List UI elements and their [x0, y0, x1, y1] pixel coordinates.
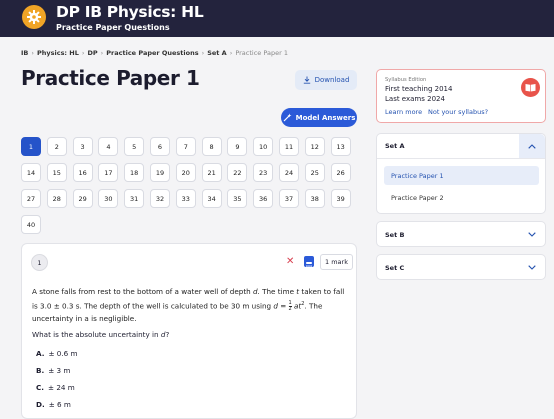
chevron-down-icon[interactable] [519, 222, 545, 246]
question-button-32[interactable]: 32 [150, 189, 170, 208]
not-your-syllabus-link[interactable]: Not your syllabus? [428, 108, 488, 116]
calculator-icon[interactable] [304, 256, 314, 269]
breadcrumb: IB › Physics: HL › DP › Practice Paper Questio… [21, 49, 288, 57]
question-button-13[interactable]: 13 [330, 137, 351, 156]
question-button-29[interactable]: 29 [72, 189, 93, 208]
question-button-17[interactable]: 17 [98, 163, 119, 182]
question-number-badge: 1 [31, 254, 48, 271]
model-answers-button[interactable]: Model Answers [281, 108, 357, 127]
question-button-5[interactable]: 5 [124, 137, 145, 156]
question-button-22[interactable]: 22 [227, 163, 248, 182]
question-button-11[interactable]: 11 [279, 137, 299, 156]
question-button-7[interactable]: 7 [175, 137, 196, 156]
chevron-right-icon: › [201, 49, 205, 57]
syllabus-first-teaching: First teaching 2014 [385, 85, 453, 93]
set-a-header[interactable]: Set A [385, 142, 405, 150]
question-button-39[interactable]: 39 [330, 189, 351, 208]
set-c-header[interactable]: Set C [385, 264, 404, 272]
site-header: DP IB Physics: HL Practice Paper Questio… [0, 0, 554, 37]
question-button-4[interactable]: 4 [98, 137, 119, 156]
question-button-1[interactable]: 1 [21, 137, 41, 156]
model-answers-label: Model Answers [295, 113, 356, 122]
question-button-31[interactable]: 31 [124, 189, 145, 208]
set-a-practice-paper-2[interactable]: Practice Paper 2 [384, 188, 539, 207]
option-b[interactable]: B. ± 3 m [36, 366, 70, 375]
question-button-21[interactable]: 21 [201, 163, 222, 182]
question-button-35[interactable]: 35 [227, 189, 248, 208]
chevron-down-icon[interactable] [519, 255, 545, 279]
download-button[interactable]: Download [295, 70, 357, 90]
gear-logo-icon [22, 5, 46, 29]
question-button-2[interactable]: 2 [46, 137, 67, 156]
question-button-38[interactable]: 38 [304, 189, 325, 208]
question-button-12[interactable]: 12 [304, 137, 325, 156]
breadcrumb-current: Practice Paper 1 [235, 49, 288, 57]
question-button-15[interactable]: 15 [46, 163, 67, 182]
question-button-40[interactable]: 40 [21, 215, 41, 234]
question-button-20[interactable]: 20 [175, 163, 196, 182]
syllabus-label: Syllabus Edition [385, 77, 427, 83]
chevron-right-icon: › [81, 49, 85, 57]
set-b-header[interactable]: Set B [385, 231, 404, 239]
question-button-3[interactable]: 3 [72, 137, 93, 156]
download-label: Download [314, 76, 350, 84]
question-button-16[interactable]: 16 [72, 163, 93, 182]
question-button-24[interactable]: 24 [279, 163, 299, 182]
option-a[interactable]: A. ± 0.6 m [36, 349, 77, 358]
fraction: 12 [288, 299, 292, 312]
question-button-8[interactable]: 8 [201, 137, 222, 156]
chevron-right-icon: › [31, 49, 34, 57]
syllabus-last-exams: Last exams 2024 [385, 95, 445, 103]
question-button-27[interactable]: 27 [21, 189, 41, 208]
question-button-10[interactable]: 10 [253, 137, 274, 156]
learn-more-link[interactable]: Learn more [385, 108, 422, 116]
question-button-36[interactable]: 36 [253, 189, 274, 208]
magic-wand-icon [283, 113, 292, 122]
question-button-6[interactable]: 6 [150, 137, 170, 156]
question-button-25[interactable]: 25 [304, 163, 325, 182]
question-button-19[interactable]: 19 [150, 163, 170, 182]
set-a-practice-paper-1[interactable]: Practice Paper 1 [384, 166, 539, 185]
breadcrumb-set-a[interactable]: Set A [207, 49, 227, 57]
breadcrumb-physics-hl[interactable]: Physics: HL [37, 49, 79, 57]
question-button-18[interactable]: 18 [124, 163, 145, 182]
question-button-26[interactable]: 26 [330, 163, 351, 182]
question-card: 1 ✕ 1 mark A stone falls from rest to th… [21, 243, 357, 419]
question-button-14[interactable]: 14 [21, 163, 41, 182]
question-button-33[interactable]: 33 [175, 189, 196, 208]
chevron-up-icon[interactable] [519, 134, 545, 158]
site-title[interactable]: DP IB Physics: HL [56, 3, 204, 21]
option-d[interactable]: D. ± 6 m [36, 400, 71, 409]
breadcrumb-practice-paper-questions[interactable]: Practice Paper Questions [106, 49, 198, 57]
close-icon[interactable]: ✕ [286, 256, 294, 267]
question-button-28[interactable]: 28 [46, 189, 67, 208]
question-button-30[interactable]: 30 [98, 189, 119, 208]
divider [377, 158, 545, 159]
breadcrumb-dp[interactable]: DP [88, 49, 98, 57]
option-c[interactable]: C. ± 24 m [36, 383, 75, 392]
site-subtitle: Practice Paper Questions [56, 23, 170, 32]
question-button-37[interactable]: 37 [279, 189, 299, 208]
chevron-right-icon: › [100, 49, 104, 57]
book-icon [521, 78, 540, 97]
chevron-right-icon: › [229, 49, 233, 57]
question-prompt: What is the absolute uncertainty in d? [32, 330, 170, 339]
set-c-accordion[interactable]: Set C [376, 254, 546, 280]
marks-badge: 1 mark [320, 254, 353, 270]
question-button-34[interactable]: 34 [201, 189, 222, 208]
download-icon [303, 76, 310, 84]
question-button-23[interactable]: 23 [253, 163, 274, 182]
page-title: Practice Paper 1 [21, 66, 200, 90]
set-b-accordion[interactable]: Set B [376, 221, 546, 247]
breadcrumb-ib[interactable]: IB [21, 49, 28, 57]
syllabus-edition-card: Syllabus Edition First teaching 2014 Las… [376, 69, 546, 123]
question-button-9[interactable]: 9 [227, 137, 248, 156]
question-text: A stone falls from rest to the bottom of… [32, 287, 345, 324]
set-a-accordion: Set A Practice Paper 1 Practice Paper 2 [376, 133, 546, 214]
